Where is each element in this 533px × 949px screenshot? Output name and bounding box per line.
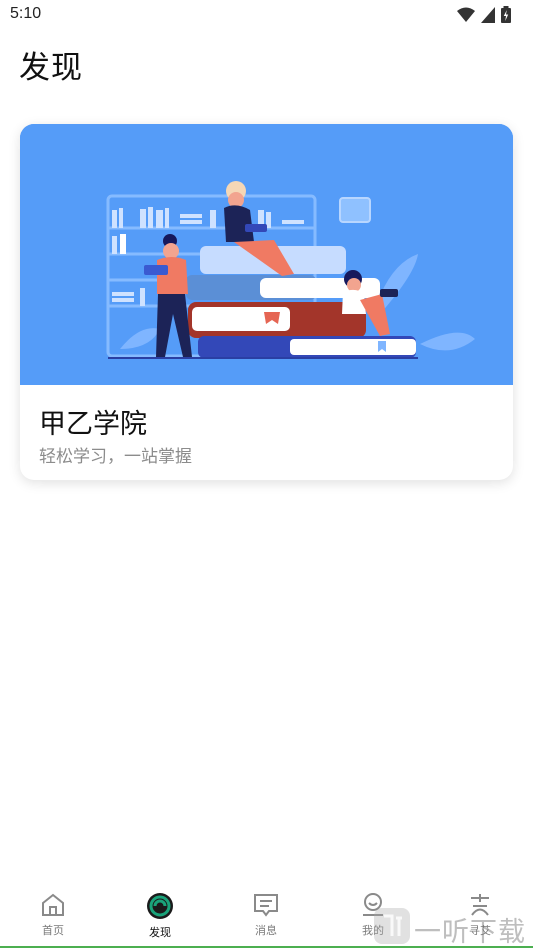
nav-item-message[interactable]: 消息 [221, 888, 311, 946]
battery-icon [501, 6, 511, 23]
nav-label-discover: 发现 [149, 926, 171, 939]
academy-card[interactable]: 甲乙学院 轻松学习，一站掌握 [20, 124, 513, 480]
status-icons [457, 6, 511, 23]
wifi-icon [457, 7, 475, 22]
message-icon [254, 894, 278, 917]
card-illustration [20, 124, 513, 385]
nav-item-discover[interactable]: 发现 [115, 888, 205, 946]
home-icon [42, 893, 64, 916]
reading-illustration [20, 124, 513, 385]
signal-icon [481, 6, 495, 23]
status-bar: 5:10 [0, 0, 533, 30]
watermark-text: 一听下载 [414, 917, 526, 948]
status-time: 5:10 [10, 5, 42, 22]
page-title: 发现 [19, 50, 83, 86]
discover-icon [147, 893, 173, 919]
watermark: 一听下载 [372, 906, 533, 948]
card-title: 甲乙学院 [39, 409, 147, 440]
card-subtitle: 轻松学习，一站掌握 [39, 447, 192, 467]
nav-label-home: 首页 [42, 924, 64, 937]
watermark-logo-icon [374, 908, 410, 944]
nav-item-home[interactable]: 首页 [8, 888, 98, 946]
nav-label-message: 消息 [255, 924, 277, 937]
